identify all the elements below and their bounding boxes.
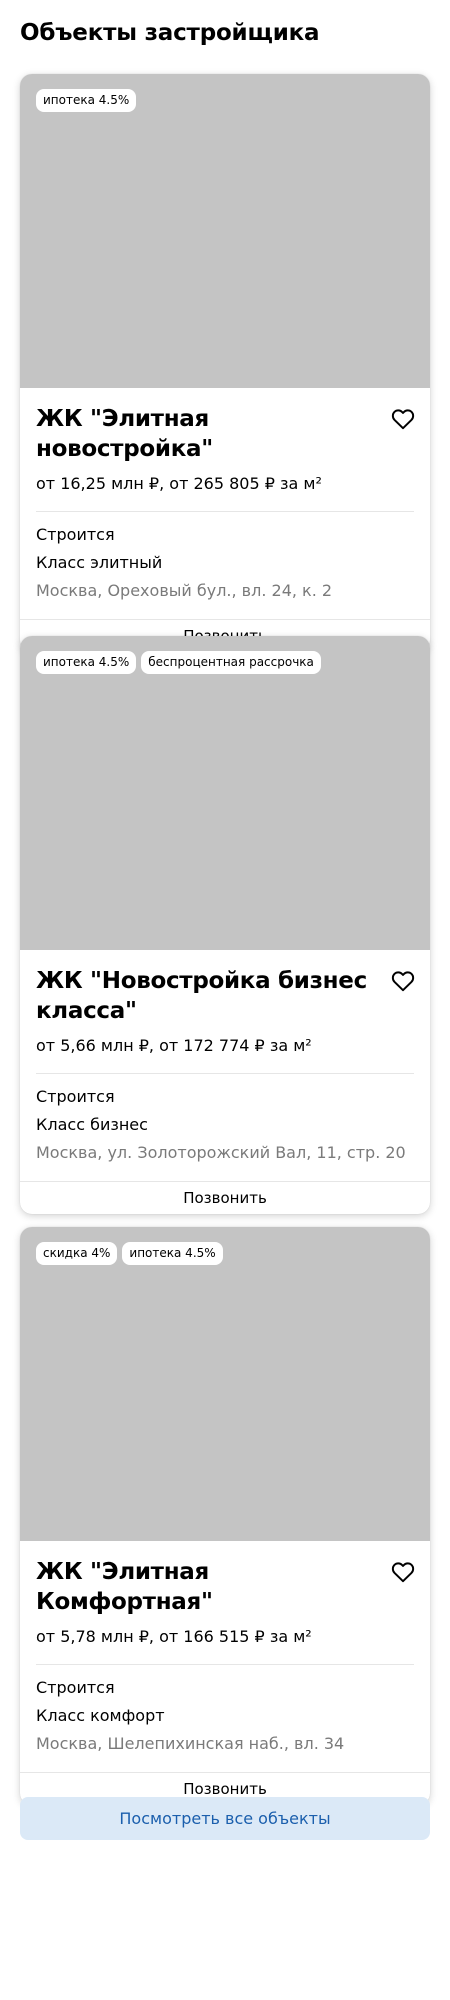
heart-icon[interactable] bbox=[390, 968, 416, 994]
class-text: Класс бизнес bbox=[36, 1115, 148, 1134]
property-card[interactable]: ипотека 4.5% беспроцентная рассрочка ЖК … bbox=[20, 636, 430, 1214]
view-all-objects-button[interactable]: Посмотреть все объекты bbox=[20, 1797, 430, 1840]
heart-icon[interactable] bbox=[390, 1559, 416, 1585]
property-image[interactable]: ипотека 4.5% bbox=[20, 74, 430, 388]
price: от 16,25 млн ₽, от 265 805 ₽ за м² bbox=[36, 474, 322, 493]
property-image[interactable]: ипотека 4.5% беспроцентная рассрочка bbox=[20, 636, 430, 950]
badge: скидка 4% bbox=[36, 1242, 118, 1265]
badge: ипотека 4.5% bbox=[36, 89, 137, 112]
heart-icon[interactable] bbox=[390, 406, 416, 432]
property-card[interactable]: скидка 4% ипотека 4.5% ЖК "Элитная Комфо… bbox=[20, 1227, 430, 1805]
class-text: Класс элитный bbox=[36, 553, 163, 572]
info-block: Строится Класс бизнес Москва, ул. Золото… bbox=[36, 1074, 414, 1181]
info-block: Строится Класс элитный Москва, Ореховый … bbox=[36, 512, 414, 619]
address-text: Москва, Ореховый бул., вл. 24, к. 2 bbox=[36, 581, 333, 600]
call-button[interactable]: Позвонить bbox=[20, 1181, 430, 1214]
badge-list: ипотека 4.5% беспроцентная рассрочка bbox=[36, 651, 321, 674]
property-title[interactable]: ЖК "Элитная Комфортная" bbox=[36, 1557, 414, 1617]
badge-list: ипотека 4.5% bbox=[36, 89, 137, 112]
card-body: ЖК "Новостройка бизнес класса" от 5,66 м… bbox=[20, 950, 430, 1181]
address-text: Москва, Шелепихинская наб., вл. 34 bbox=[36, 1734, 345, 1753]
info-block: Строится Класс комфорт Москва, Шелепихин… bbox=[36, 1665, 414, 1772]
page: Объекты застройщика ипотека 4.5% ЖК "Эли… bbox=[0, 0, 450, 2000]
property-title[interactable]: ЖК "Элитная новостройка" bbox=[36, 404, 414, 464]
price: от 5,66 млн ₽, от 172 774 ₽ за м² bbox=[36, 1036, 312, 1055]
class-text: Класс комфорт bbox=[36, 1706, 165, 1725]
card-body: ЖК "Элитная новостройка" от 16,25 млн ₽,… bbox=[20, 388, 430, 619]
status-text: Строится bbox=[36, 525, 115, 544]
badge-list: скидка 4% ипотека 4.5% bbox=[36, 1242, 223, 1265]
badge: ипотека 4.5% bbox=[122, 1242, 223, 1265]
status-text: Строится bbox=[36, 1087, 115, 1106]
property-title[interactable]: ЖК "Новостройка бизнес класса" bbox=[36, 966, 414, 1026]
badge: ипотека 4.5% bbox=[36, 651, 137, 674]
property-image[interactable]: скидка 4% ипотека 4.5% bbox=[20, 1227, 430, 1541]
badge: беспроцентная рассрочка bbox=[141, 651, 321, 674]
page-title: Объекты застройщика bbox=[20, 20, 320, 46]
status-text: Строится bbox=[36, 1678, 115, 1697]
price: от 5,78 млн ₽, от 166 515 ₽ за м² bbox=[36, 1627, 312, 1646]
property-card[interactable]: ипотека 4.5% ЖК "Элитная новостройка" от… bbox=[20, 74, 430, 652]
card-body: ЖК "Элитная Комфортная" от 5,78 млн ₽, о… bbox=[20, 1541, 430, 1772]
address-text: Москва, ул. Золоторожский Вал, 11, стр. … bbox=[36, 1143, 406, 1162]
